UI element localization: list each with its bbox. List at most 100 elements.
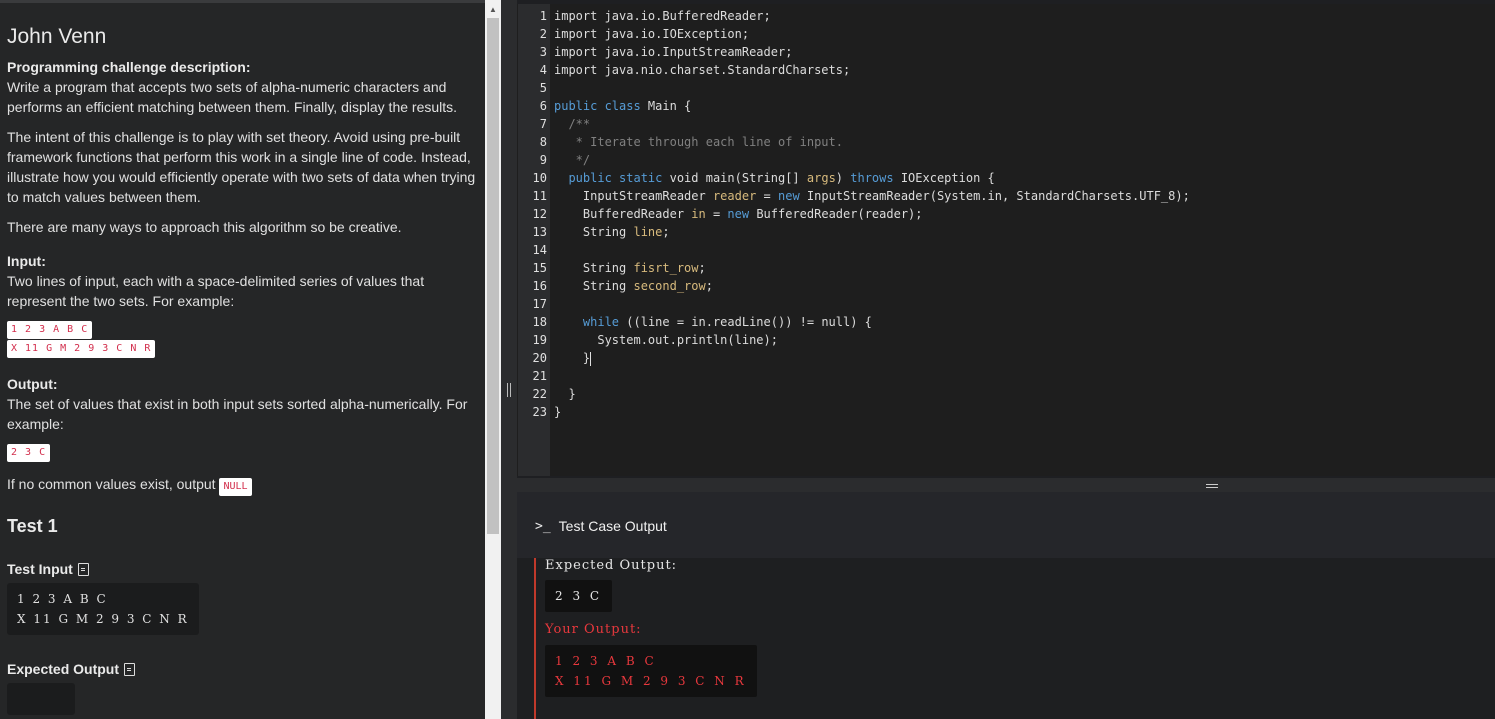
code-editor[interactable]: 1 import java.io.BufferedReader; 2 import j… [517, 4, 1495, 476]
code-text[interactable]: import java.io.InputStreamReader; [554, 43, 792, 61]
splitter-handle-icon[interactable] [507, 383, 511, 397]
code-token: ; [705, 279, 713, 293]
code-token: new [727, 207, 757, 221]
code-token: import java.io.BufferedReader; [554, 9, 771, 23]
expected-output-label: Expected Output [7, 661, 120, 677]
your-output-value: 1 2 3 A B C X 11 G M 2 9 3 C N R [545, 645, 757, 697]
scroll-thumb[interactable] [487, 18, 499, 534]
code-token: = [705, 207, 728, 221]
input-example-1: 1 2 3 A B C [7, 321, 93, 339]
code-token: fisrt_row [633, 261, 699, 275]
code-text[interactable]: InputStreamReader reader = new InputStre… [554, 187, 1190, 205]
code-text[interactable]: BufferedReader in = new BufferedReader(r… [554, 205, 923, 223]
horizontal-splitter[interactable] [517, 478, 1495, 492]
expected-output-line: 2 3 C [555, 589, 603, 603]
code-text[interactable]: } [554, 385, 576, 403]
code-text[interactable]: import java.io.IOException; [554, 25, 749, 43]
code-token: args [806, 171, 836, 185]
code-token: line [633, 225, 663, 239]
code-token: import java.io.IOException; [554, 27, 750, 41]
output-description: The set of values that exist in both inp… [7, 396, 468, 432]
line-number: 20 [532, 351, 547, 365]
code-token: public class [554, 99, 648, 113]
output-example: 2 3 C [7, 444, 51, 462]
scroll-up-icon[interactable]: ▲ [485, 4, 501, 16]
description-paragraph-3: There are many ways to approach this alg… [7, 219, 402, 235]
code-text[interactable]: String second_row; [554, 277, 713, 295]
code-token: } [554, 405, 562, 419]
code-text[interactable]: */ [554, 151, 590, 169]
your-output-label: Your Output: [545, 622, 642, 637]
test-input-line-1: 1 2 3 A B C [17, 592, 108, 606]
description-paragraph-1: Write a program that accepts two sets of… [7, 79, 458, 115]
code-token: System.out.println(line); [554, 333, 778, 347]
code-token: ((line = in.readLine()) != null) { [626, 315, 872, 329]
code-text[interactable]: public class Main { [554, 97, 691, 115]
line-number: 6 [539, 99, 547, 113]
code-text[interactable]: /** [554, 115, 590, 133]
code-text[interactable]: } [554, 349, 592, 367]
line-number: 13 [532, 225, 547, 239]
code-token: import java.nio.charset.StandardCharsets… [554, 63, 851, 77]
code-token: while [582, 315, 627, 329]
line-number: 12 [532, 207, 547, 221]
line-number: 3 [539, 45, 547, 59]
expected-output-block-partial [7, 683, 75, 715]
test-case-output-panel: >_ Test Case Output Expected Output: 2 3… [517, 492, 1495, 719]
line-number: 18 [532, 315, 547, 329]
line-number: 23 [532, 405, 547, 419]
code-token: } [554, 351, 591, 365]
code-token: reader [712, 189, 757, 203]
code-text[interactable]: String line; [554, 223, 670, 241]
code-text[interactable]: import java.nio.charset.StandardCharsets… [554, 61, 850, 79]
left-panel-scrollbar[interactable]: ▲ [485, 0, 501, 719]
code-text[interactable]: } [554, 403, 561, 421]
code-token: new [778, 189, 807, 203]
expected-output-heading: Expected Output [7, 661, 478, 677]
line-number: 9 [539, 153, 547, 167]
code-token: import java.io.InputStreamReader; [554, 45, 793, 59]
splitter-handle-icon[interactable] [1206, 484, 1218, 488]
vertical-splitter[interactable] [501, 0, 517, 719]
code-text[interactable]: while ((line = in.readLine()) != null) { [554, 313, 872, 331]
line-number: 7 [539, 117, 547, 131]
output-title-label: Test Case Output [558, 518, 667, 534]
test-input-line-2: X 11 G M 2 9 3 C N R [17, 612, 189, 626]
null-code: NULL [219, 478, 252, 496]
code-token: second_row [633, 279, 706, 293]
line-number: 19 [532, 333, 547, 347]
code-text[interactable]: public static void main(String[] args) t… [554, 169, 994, 187]
doc-icon[interactable] [124, 662, 136, 676]
your-output-line-2: X 11 G M 2 9 3 C N R [555, 674, 747, 688]
code-token: throws [850, 171, 901, 185]
code-text[interactable]: String fisrt_row; [554, 259, 706, 277]
code-token: String [554, 261, 634, 275]
line-number: 8 [539, 135, 547, 149]
terminal-icon: >_ [535, 518, 551, 534]
code-text[interactable]: import java.io.BufferedReader; [554, 7, 771, 25]
expected-output-value: 2 3 C [545, 580, 613, 612]
code-token: public static [568, 171, 670, 185]
code-token: in [691, 207, 706, 221]
description-paragraph-2: The intent of this challenge is to play … [7, 129, 476, 205]
output-title: >_ Test Case Output [535, 518, 667, 534]
code-token: = [756, 189, 778, 203]
doc-icon[interactable] [77, 562, 89, 576]
description-heading: Programming challenge description: [7, 59, 251, 75]
code-token: BufferedReader(reader); [756, 207, 923, 221]
line-number: 5 [539, 81, 547, 95]
line-number: 14 [532, 243, 547, 257]
input-examples: 1 2 3 A B C X 11 G M 2 9 3 C N R [7, 321, 478, 358]
code-token: String [554, 225, 634, 239]
code-token: ; [662, 225, 670, 239]
line-number: 1 [539, 9, 547, 23]
code-text[interactable]: * Iterate through each line of input. [554, 133, 843, 151]
code-text[interactable]: System.out.println(line); [554, 331, 778, 349]
output-body: Expected Output: 2 3 C Your Output: 1 2 … [534, 558, 1495, 719]
code-token: ) [835, 171, 851, 185]
test-input-label: Test Input [7, 561, 73, 577]
line-number: 4 [539, 63, 547, 77]
code-token: } [554, 387, 576, 401]
problem-title: John Venn [7, 25, 107, 48]
